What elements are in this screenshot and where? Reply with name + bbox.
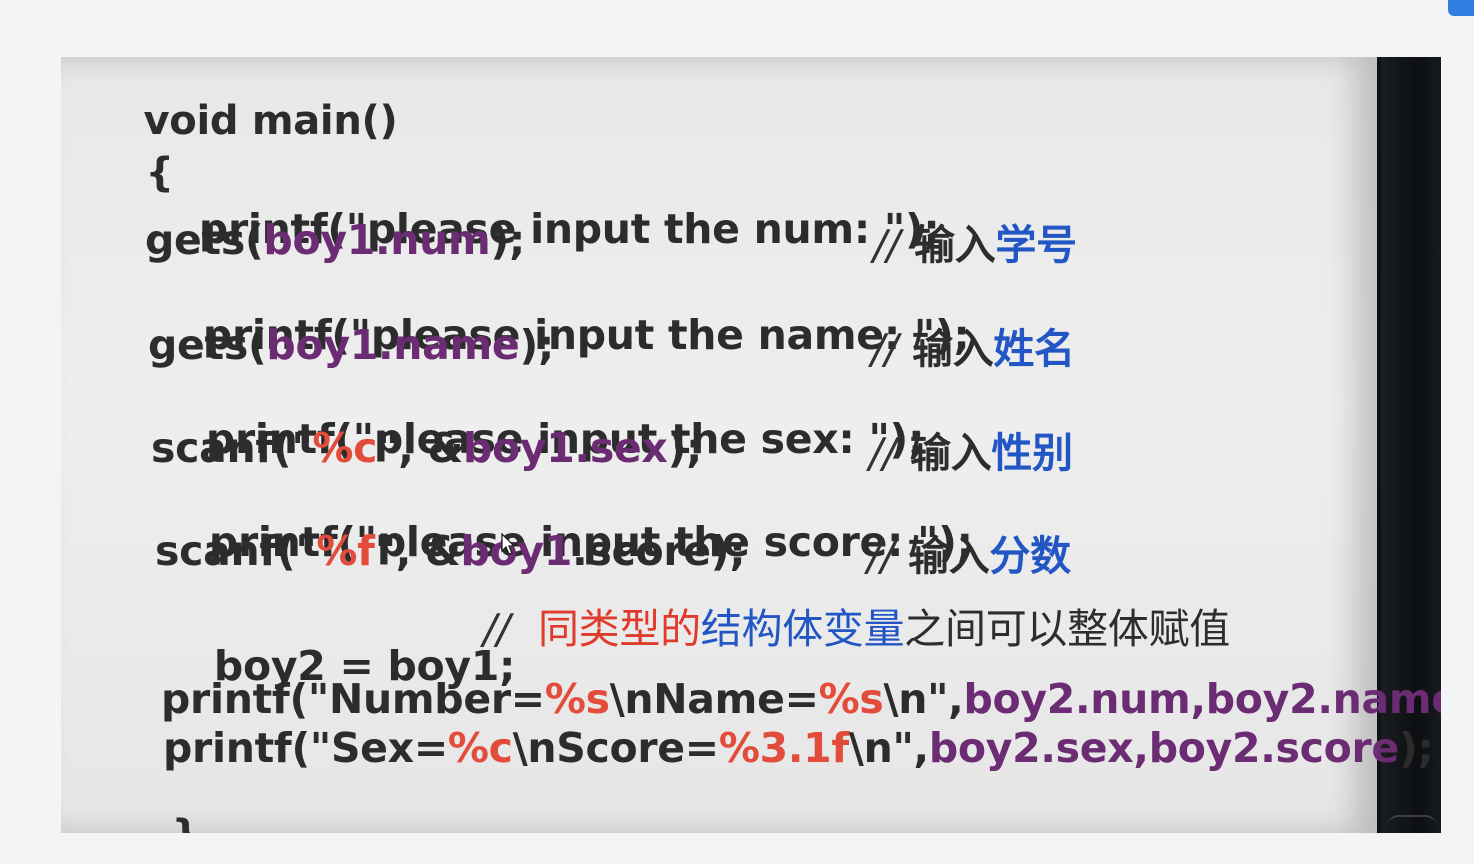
comment-text-red: 同类型的 [537, 605, 701, 653]
code-member: boy2.sex,boy2.score [928, 724, 1399, 772]
code-line-2: gets(boy1.num); [145, 220, 525, 261]
code-line-10: printf("Number=%s\nName=%s\n",boy2.num,b… [161, 679, 1441, 720]
comment-3: // 输入性别 [869, 433, 1073, 474]
comment-1: // 输入学号 [873, 225, 1077, 266]
comment-text: 之间可以整体赋值 [904, 605, 1230, 653]
comment-text-blue: 结构体变量 [700, 605, 905, 653]
code-text: \nScore= [512, 724, 719, 772]
comment-slash: // [871, 325, 899, 373]
code-line-4: gets(boy1.name); [148, 325, 554, 366]
code-text: scanf(" [155, 527, 317, 575]
format-specifier: %f [316, 527, 375, 575]
comment-4: // 输入分数 [867, 536, 1071, 577]
code-text: .score); [572, 527, 746, 575]
code-text: void main() [143, 98, 398, 144]
format-specifier: %c [447, 724, 513, 772]
code-line-11: printf("Sex=%c\nScore=%3.1f\n",boy2.sex,… [163, 728, 1434, 769]
comment-slash: // [483, 605, 511, 653]
code-text: } [172, 812, 200, 833]
comment-text-blue: 姓名 [993, 325, 1075, 373]
code-text: ", & [377, 424, 463, 472]
code-text: \nName= [609, 675, 819, 723]
comment-slash: // [867, 532, 895, 580]
bezel-logo-icon [1387, 815, 1437, 833]
code-text: scanf(" [151, 424, 313, 472]
code-text: \n", [883, 675, 964, 723]
format-specifier: %s [544, 675, 610, 723]
format-specifier: %3.1f [718, 724, 849, 772]
comment-text: 输入 [914, 221, 996, 269]
code-line-6: scanf("%c", &boy1.sex); [151, 428, 702, 469]
code-text: ); [519, 321, 554, 369]
mouse-cursor-icon [501, 533, 516, 555]
comment-text-blue: 性别 [991, 429, 1073, 477]
code-text: gets( [145, 216, 264, 264]
code-text: ); [1398, 724, 1434, 772]
code-text: gets( [148, 321, 267, 369]
code-text: printf("Sex= [163, 724, 448, 772]
format-specifier: %c [312, 424, 378, 472]
code-member: boy1.name [266, 321, 520, 369]
comment-5: // 同类型的结构体变量之间可以整体赋值 [483, 609, 1230, 650]
comment-text-blue: 学号 [995, 221, 1077, 269]
format-specifier: %s [818, 675, 884, 723]
corner-badge-icon [1448, 0, 1474, 16]
comment-text: 输入 [908, 532, 990, 580]
code-text: ); [667, 424, 703, 472]
code-line-close-brace: } [117, 775, 200, 833]
code-line-8: scanf("%f", &boy1.score); [155, 531, 746, 572]
comment-slash: // [869, 429, 897, 477]
code-text: \n", [848, 724, 929, 772]
code-text: ", & [374, 527, 461, 575]
comment-slash: // [873, 221, 901, 269]
comment-text: 输入 [912, 325, 994, 373]
code-text: ); [490, 216, 525, 264]
code-member: boy1.sex [462, 424, 668, 472]
comment-text: 输入 [910, 429, 992, 477]
code-member: boy1.num [263, 216, 491, 264]
code-photo: void main() { printf("please input the n… [61, 57, 1441, 833]
code-text: printf("Number= [161, 675, 545, 723]
code-member: boy2.num,boy2.name [963, 675, 1441, 723]
comment-text-blue: 分数 [989, 532, 1071, 580]
comment-2: // 输入姓名 [871, 329, 1075, 370]
